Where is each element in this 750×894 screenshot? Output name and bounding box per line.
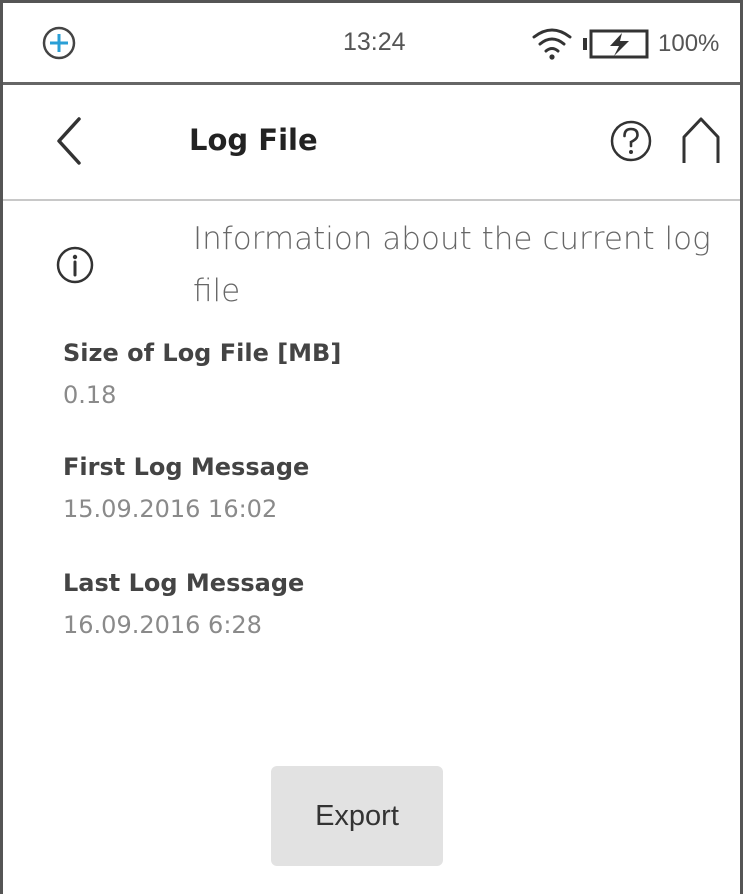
home-icon[interactable] xyxy=(679,115,723,165)
status-time: 13:24 xyxy=(343,28,406,56)
export-button[interactable]: Export xyxy=(271,766,443,866)
device-screen: 13:24 100% Log File Information about th… xyxy=(0,0,743,894)
wifi-icon xyxy=(532,28,572,60)
last-log-message-field: Last Log Message 16.09.2016 6:28 xyxy=(63,569,304,639)
info-text: Information about the current log file xyxy=(193,221,711,309)
battery-charging-icon xyxy=(583,29,649,59)
back-chevron-icon[interactable] xyxy=(43,111,93,171)
field-value: 0.18 xyxy=(63,381,117,409)
status-bar: 13:24 100% xyxy=(3,3,740,85)
field-label: Last Log Message xyxy=(63,569,305,597)
field-value: 15.09.2016 16:02 xyxy=(63,495,278,523)
plus-circle-icon xyxy=(42,26,76,60)
info-icon xyxy=(56,246,94,284)
battery-percent: 100% xyxy=(658,30,720,57)
help-icon[interactable] xyxy=(609,119,653,163)
field-label: Size of Log File [MB] xyxy=(63,339,342,367)
field-label: First Log Message xyxy=(63,453,310,481)
field-value: 16.09.2016 6:28 xyxy=(63,611,262,639)
page-title: Log File xyxy=(189,123,318,157)
log-size-field: Size of Log File [MB] 0.18 xyxy=(63,339,341,409)
header: Log File xyxy=(3,85,740,201)
first-log-message-field: First Log Message 15.09.2016 16:02 xyxy=(63,453,309,523)
